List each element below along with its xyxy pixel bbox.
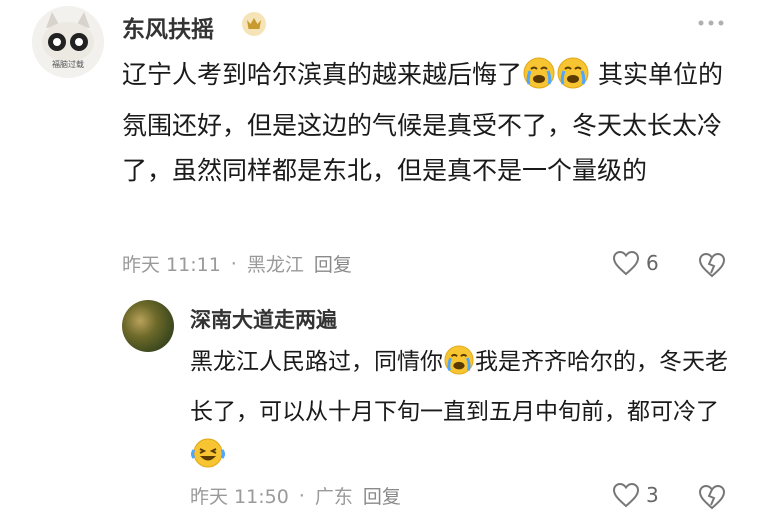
reply-avatar[interactable] (122, 300, 174, 352)
like-button[interactable]: 6 (612, 250, 659, 276)
meta-separator: · (298, 484, 305, 507)
dislike-heart-icon[interactable] (698, 252, 726, 280)
like-count: 6 (646, 251, 659, 275)
heart-icon (612, 482, 640, 508)
comment-location: 黑龙江 (246, 254, 304, 276)
crying-face-emoji (557, 57, 589, 103)
laughing-tears-emoji (191, 437, 225, 484)
reply-time: 昨天 11:50 (190, 486, 289, 508)
reply-text-part-a: 黑龙江人民路过，同情你 (190, 349, 443, 375)
reply-username[interactable]: 深南大道走两遍 (190, 304, 337, 334)
comment-content: 辽宁人考到哈尔滨真的越来越后悔了 其实单位的氛围还好，但是这边的气候是真受不了，… (122, 52, 742, 193)
like-count: 3 (646, 483, 659, 507)
dislike-heart-icon[interactable] (698, 484, 726, 512)
reply-button[interactable]: 回复 (363, 482, 401, 509)
avatar-caption: 福脑过载 (52, 60, 84, 69)
more-dots-icon[interactable] (696, 12, 726, 34)
reply-button[interactable]: 回复 (314, 250, 352, 277)
crying-face-emoji (523, 57, 555, 103)
comment-username[interactable]: 东风扶摇 (122, 10, 214, 44)
heart-icon (612, 250, 640, 276)
reply-content: 黑龙江人民路过，同情你 我是齐齐哈尔的，冬天老长了，可以从十月下旬一直到五月中旬前… (190, 340, 730, 484)
meta-separator: · (230, 252, 237, 275)
comment-meta: 昨天 11:11 · 黑龙江 回复 (122, 250, 362, 277)
crying-face-emoji (444, 345, 474, 390)
avatar[interactable]: 福脑过载 (32, 6, 104, 78)
comment-time: 昨天 11:11 (122, 254, 221, 276)
comment-text-part-a: 辽宁人考到哈尔滨真的越来越后悔了 (122, 60, 523, 89)
like-button[interactable]: 3 (612, 482, 659, 508)
reply-meta: 昨天 11:50 · 广东 回复 (190, 482, 411, 509)
reply-location: 广东 (314, 486, 353, 508)
crown-badge-icon (242, 12, 266, 36)
